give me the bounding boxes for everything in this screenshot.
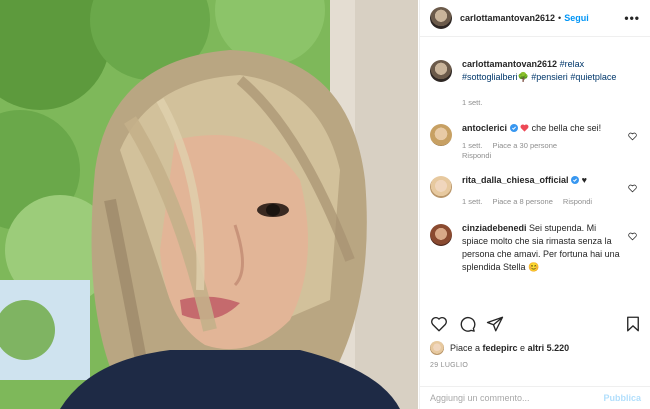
hashtag-quietplace[interactable]: #quietplace: [570, 72, 616, 82]
reply-button[interactable]: Rispondi: [462, 151, 612, 160]
comment-text: ♥: [581, 175, 587, 185]
comment-time: 1 sett.: [462, 197, 483, 206]
hashtag-pensieri[interactable]: #pensieri: [531, 72, 568, 82]
comments-list[interactable]: carlottamantovan2612 #relax #sottoglialb…: [420, 50, 650, 305]
caption-time: 1 sett.: [462, 98, 483, 107]
comment-item: cinziadebenedi Sei stupenda. Mi spiace m…: [420, 222, 650, 274]
comment-input[interactable]: [430, 393, 604, 403]
comment-username[interactable]: antoclerici: [462, 123, 507, 133]
author-username[interactable]: carlottamantovan2612: [460, 13, 555, 23]
hashtag-sottoglialberi[interactable]: #sottoglialberi: [462, 72, 518, 82]
selfie-image: [0, 0, 418, 409]
post-header: carlottamantovan2612 • Segui •••: [420, 0, 650, 37]
caption: carlottamantovan2612 #relax #sottoglialb…: [420, 58, 650, 107]
share-icon[interactable]: [486, 315, 504, 333]
add-comment-bar: Pubblica: [420, 386, 650, 409]
comment-username[interactable]: rita_dalla_chiesa_official: [462, 175, 569, 185]
comment-avatar[interactable]: [430, 224, 452, 246]
comment-item: antoclerici che bella che sei! 1 sett. P…: [420, 122, 650, 160]
post-photo[interactable]: [0, 0, 418, 409]
like-comment-heart-icon[interactable]: [628, 232, 637, 241]
likes-middle: e: [517, 343, 528, 353]
post-side-panel: carlottamantovan2612 • Segui ••• carlott…: [419, 0, 650, 409]
likes-summary[interactable]: Piace a fedepirc e altri 5.220: [430, 341, 569, 355]
comment-text: che bella che sei!: [531, 123, 602, 133]
post-date[interactable]: 29 LUGLIO: [430, 362, 468, 369]
like-comment-heart-icon[interactable]: [628, 184, 637, 193]
comment-avatar[interactable]: [430, 176, 452, 198]
likes-count[interactable]: altri 5.220: [528, 343, 570, 353]
comment-username[interactable]: cinziadebenedi: [462, 223, 527, 233]
publish-button[interactable]: Pubblica: [603, 393, 641, 403]
smile-emoji: 😊: [528, 262, 540, 272]
caption-username[interactable]: carlottamantovan2612: [462, 59, 557, 69]
comment-likes[interactable]: Piace a 30 persone: [492, 141, 557, 150]
comment-avatar[interactable]: [430, 124, 452, 146]
hashtag-relax[interactable]: #relax: [560, 59, 585, 69]
follow-button[interactable]: Segui: [564, 13, 589, 23]
tree-emoji: 🌳: [517, 72, 529, 82]
bookmark-icon[interactable]: [624, 315, 642, 333]
liker-avatar: [430, 341, 444, 355]
comment-likes[interactable]: Piace a 8 persone: [492, 197, 552, 206]
caption-avatar[interactable]: [430, 60, 452, 82]
reply-button[interactable]: Rispondi: [563, 197, 592, 206]
header-separator: •: [558, 13, 562, 23]
comment-time: 1 sett.: [462, 141, 483, 150]
verified-badge-icon: [509, 124, 518, 132]
likes-prefix: Piace a: [450, 343, 483, 353]
verified-badge-icon: [571, 176, 580, 184]
heart-icon[interactable]: [430, 315, 448, 333]
author-avatar[interactable]: [430, 7, 452, 29]
red-heart-emoji-icon: [520, 124, 529, 132]
action-bar: [430, 312, 642, 336]
comment-icon[interactable]: [458, 315, 476, 333]
liker-username[interactable]: fedepirc: [483, 343, 518, 353]
like-comment-heart-icon[interactable]: [628, 132, 637, 141]
comment-item: rita_dalla_chiesa_official ♥ 1 sett. Pia…: [420, 174, 650, 206]
more-options-icon[interactable]: •••: [624, 11, 640, 25]
